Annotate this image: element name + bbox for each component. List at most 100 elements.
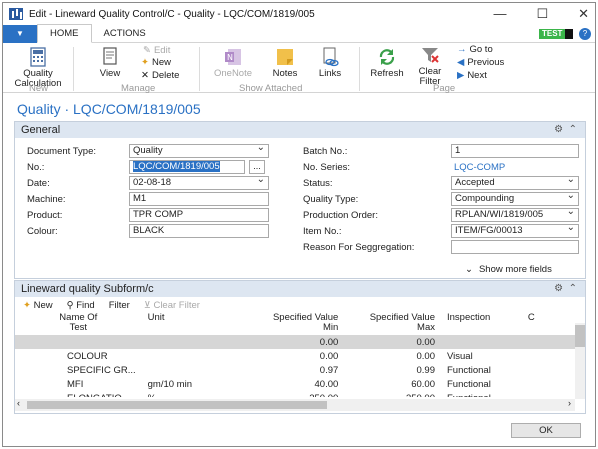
- minimize-button[interactable]: —: [493, 3, 506, 25]
- table-cell: [522, 335, 575, 349]
- document-type-select[interactable]: Quality: [129, 144, 269, 158]
- separator: [359, 47, 360, 91]
- app-icon: [9, 8, 23, 20]
- no-value: LQC/COM/1819/005: [133, 161, 220, 172]
- next-label: Next: [467, 70, 487, 81]
- table-row[interactable]: ELONGATIO...%250.00350.00Functional: [15, 391, 575, 398]
- scroll-right-icon[interactable]: ›: [568, 398, 571, 408]
- test-label: TEST: [539, 29, 566, 39]
- column-header[interactable]: Inspection: [441, 313, 522, 335]
- horizontal-scroll-thumb[interactable]: [27, 401, 327, 409]
- scroll-left-icon[interactable]: ‹: [17, 398, 20, 408]
- subform-header[interactable]: Lineward quality Subform/c ⚙ ⌃: [15, 281, 585, 297]
- table-cell: [441, 335, 522, 349]
- group-label-page: Page: [433, 83, 456, 94]
- production-order-label: Production Order:: [303, 210, 378, 221]
- column-header[interactable]: Specified Value Max: [344, 313, 441, 335]
- previous-button[interactable]: ◀ Previous: [457, 57, 504, 68]
- status-label: Status:: [303, 178, 333, 189]
- table-cell: [522, 377, 575, 391]
- product-label: Product:: [27, 210, 63, 221]
- delete-icon: ✕: [141, 70, 149, 81]
- next-button[interactable]: ▶ Next: [457, 70, 487, 81]
- item-no-select[interactable]: ITEM/FG/00013: [451, 224, 579, 238]
- refresh-button[interactable]: Refresh: [365, 47, 409, 79]
- subform-find-button[interactable]: ⚲ Find: [67, 300, 95, 311]
- date-field[interactable]: 02-08-18: [129, 176, 269, 190]
- status-select[interactable]: Accepted: [451, 176, 579, 190]
- collapse-icon[interactable]: ⌃: [569, 124, 577, 135]
- calculator-icon: [28, 47, 48, 67]
- help-icon[interactable]: ?: [579, 28, 591, 40]
- view-button[interactable]: View: [95, 47, 125, 79]
- subform-title: Lineward quality Subform/c: [21, 283, 154, 295]
- colour-field[interactable]: BLACK: [129, 224, 269, 238]
- product-field[interactable]: TPR COMP: [129, 208, 269, 222]
- general-header[interactable]: General ⚙ ⌃: [15, 122, 585, 138]
- links-label: Links: [318, 68, 342, 79]
- machine-field[interactable]: M1: [129, 192, 269, 206]
- reason-field[interactable]: [451, 240, 579, 254]
- quality-type-select[interactable]: Compounding: [451, 192, 579, 206]
- tab-home[interactable]: HOME: [37, 24, 92, 43]
- svg-text:N: N: [227, 53, 233, 62]
- group-label-manage: Manage: [121, 83, 156, 94]
- delete-button[interactable]: ✕ Delete: [141, 70, 179, 81]
- table-row[interactable]: SPECIFIC GR... 0.97 0.99 Functional: [15, 363, 575, 377]
- subform-clear-filter-button[interactable]: ⊻ Clear Filter: [144, 300, 200, 311]
- page-title: Quality · LQC/COM/1819/005: [17, 101, 201, 117]
- environment-badge: TEST: [539, 28, 573, 40]
- subform-filter-button[interactable]: Filter: [109, 300, 130, 311]
- onenote-button[interactable]: N OneNote: [211, 47, 255, 79]
- no-field[interactable]: LQC/COM/1819/005: [129, 160, 245, 174]
- links-icon: [320, 47, 340, 67]
- subform-tools[interactable]: ⚙ ⌃: [554, 283, 577, 294]
- table-row[interactable]: 0.00 0.00: [15, 335, 575, 349]
- settings-icon[interactable]: ⚙: [554, 283, 563, 294]
- settings-icon[interactable]: ⚙: [554, 124, 563, 135]
- column-header[interactable]: Unit: [142, 313, 261, 335]
- previous-label: Previous: [467, 57, 505, 68]
- table-cell: [142, 363, 261, 377]
- maximize-button[interactable]: ☐: [536, 3, 548, 25]
- no-series-value[interactable]: LQC-COMP: [454, 162, 505, 173]
- table-cell: [15, 335, 142, 349]
- date-label: Date:: [27, 178, 50, 189]
- close-button[interactable]: ✕: [578, 3, 589, 25]
- vertical-scrollbar[interactable]: [575, 323, 585, 399]
- show-more-fields-link[interactable]: ⌄ Show more fields: [465, 264, 552, 275]
- vertical-scroll-thumb[interactable]: [575, 325, 585, 347]
- file-menu-button[interactable]: ▼: [3, 24, 37, 43]
- subform-new-button[interactable]: ✦ New: [23, 300, 53, 311]
- notes-button[interactable]: Notes: [267, 47, 303, 79]
- batch-no-field[interactable]: 1: [451, 144, 579, 158]
- table-cell: 250.00: [261, 391, 344, 398]
- subform-fasttab: Lineward quality Subform/c ⚙ ⌃ ✦ New ⚲ F…: [14, 280, 586, 414]
- column-header[interactable]: Name Of Test: [15, 313, 142, 335]
- table-row[interactable]: MFI gm/10 min 40.00 60.00 Functional: [15, 377, 575, 391]
- new-button[interactable]: ✦ New: [141, 57, 171, 68]
- tab-actions[interactable]: ACTIONS: [92, 25, 158, 43]
- links-button[interactable]: Links: [313, 47, 347, 79]
- reason-label: Reason For Seggregation:: [303, 242, 415, 253]
- column-header[interactable]: Specified Value Min: [261, 313, 344, 335]
- assist-button[interactable]: ...: [249, 160, 265, 174]
- edit-button[interactable]: ✎ Edit: [143, 45, 170, 56]
- goto-button[interactable]: → Go to: [457, 44, 493, 55]
- production-order-select[interactable]: RPLAN/WI/1819/005: [451, 208, 579, 222]
- table-cell: [522, 363, 575, 377]
- column-header[interactable]: C: [522, 313, 575, 335]
- new-label: New: [151, 57, 171, 68]
- table-cell: COLOUR: [67, 350, 108, 362]
- window-title: Edit - Lineward Quality Control/C - Qual…: [29, 8, 315, 20]
- fasttab-tools[interactable]: ⚙ ⌃: [554, 124, 577, 135]
- table-row[interactable]: COLOUR 0.00 0.00 Visual: [15, 349, 575, 363]
- collapse-icon[interactable]: ⌃: [569, 283, 577, 294]
- notes-label: Notes: [272, 68, 298, 79]
- lines-table: Name Of Test Unit Specified Value Min Speci…: [15, 313, 575, 397]
- table-cell: 350.00: [344, 391, 441, 398]
- clear-filter-icon: [420, 45, 440, 65]
- horizontal-scrollbar[interactable]: ‹ ›: [15, 398, 575, 411]
- clear-filter-button[interactable]: Clear Filter: [413, 45, 447, 87]
- ok-button[interactable]: OK: [511, 423, 581, 438]
